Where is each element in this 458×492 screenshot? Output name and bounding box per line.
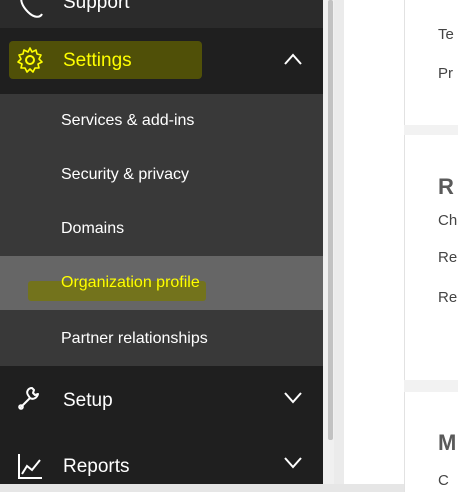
- chevron-down-icon[interactable]: [283, 455, 303, 469]
- support-icon: [20, 0, 43, 18]
- sidebar-nav: Support Settings Services & add-ins Secu…: [0, 0, 323, 484]
- card-title: R: [438, 174, 454, 199]
- submenu-item-domains[interactable]: Domains: [0, 202, 323, 256]
- card-gap: [404, 380, 458, 392]
- nav-item-settings[interactable]: Settings: [0, 28, 323, 94]
- chevron-up-icon[interactable]: [283, 52, 303, 66]
- chart-icon: [18, 454, 42, 479]
- chevron-down-icon[interactable]: [283, 390, 303, 404]
- settings-submenu: Services & add-ins Security & privacy Do…: [0, 94, 323, 366]
- card-text: Pr: [438, 65, 453, 82]
- submenu-label: Domains: [61, 220, 125, 237]
- content-card: [404, 0, 458, 125]
- gear-icon: [17, 47, 43, 73]
- wrench-icon: [18, 387, 39, 410]
- card-link[interactable]: Re: [438, 289, 457, 306]
- submenu-label: Services & add-ins: [61, 112, 195, 129]
- nav-label-reports: Reports: [63, 456, 130, 477]
- submenu-item-security-privacy[interactable]: Security & privacy: [0, 148, 323, 202]
- card-link[interactable]: Re: [438, 249, 457, 266]
- nav-label-setup: Setup: [63, 390, 113, 411]
- submenu-label: Organization profile: [61, 274, 200, 291]
- card-gap: [404, 125, 458, 135]
- nav-item-support[interactable]: Support: [0, 0, 323, 28]
- card-text: Te: [438, 26, 454, 43]
- card-title: M: [438, 430, 457, 455]
- nav-label-support: Support: [63, 0, 130, 13]
- submenu-item-services-addins[interactable]: Services & add-ins: [0, 94, 323, 148]
- scrollbar-thumb[interactable]: [328, 0, 333, 440]
- submenu-label: Partner relationships: [61, 330, 208, 347]
- nav-item-reports[interactable]: Reports: [0, 432, 323, 484]
- card-text: C: [438, 472, 449, 489]
- submenu-label: Security & privacy: [61, 166, 190, 183]
- nav-item-setup[interactable]: Setup: [0, 366, 323, 432]
- submenu-item-partner-relationships[interactable]: Partner relationships: [0, 312, 323, 366]
- card-link[interactable]: Ch: [438, 212, 457, 229]
- nav-label-settings: Settings: [63, 50, 132, 71]
